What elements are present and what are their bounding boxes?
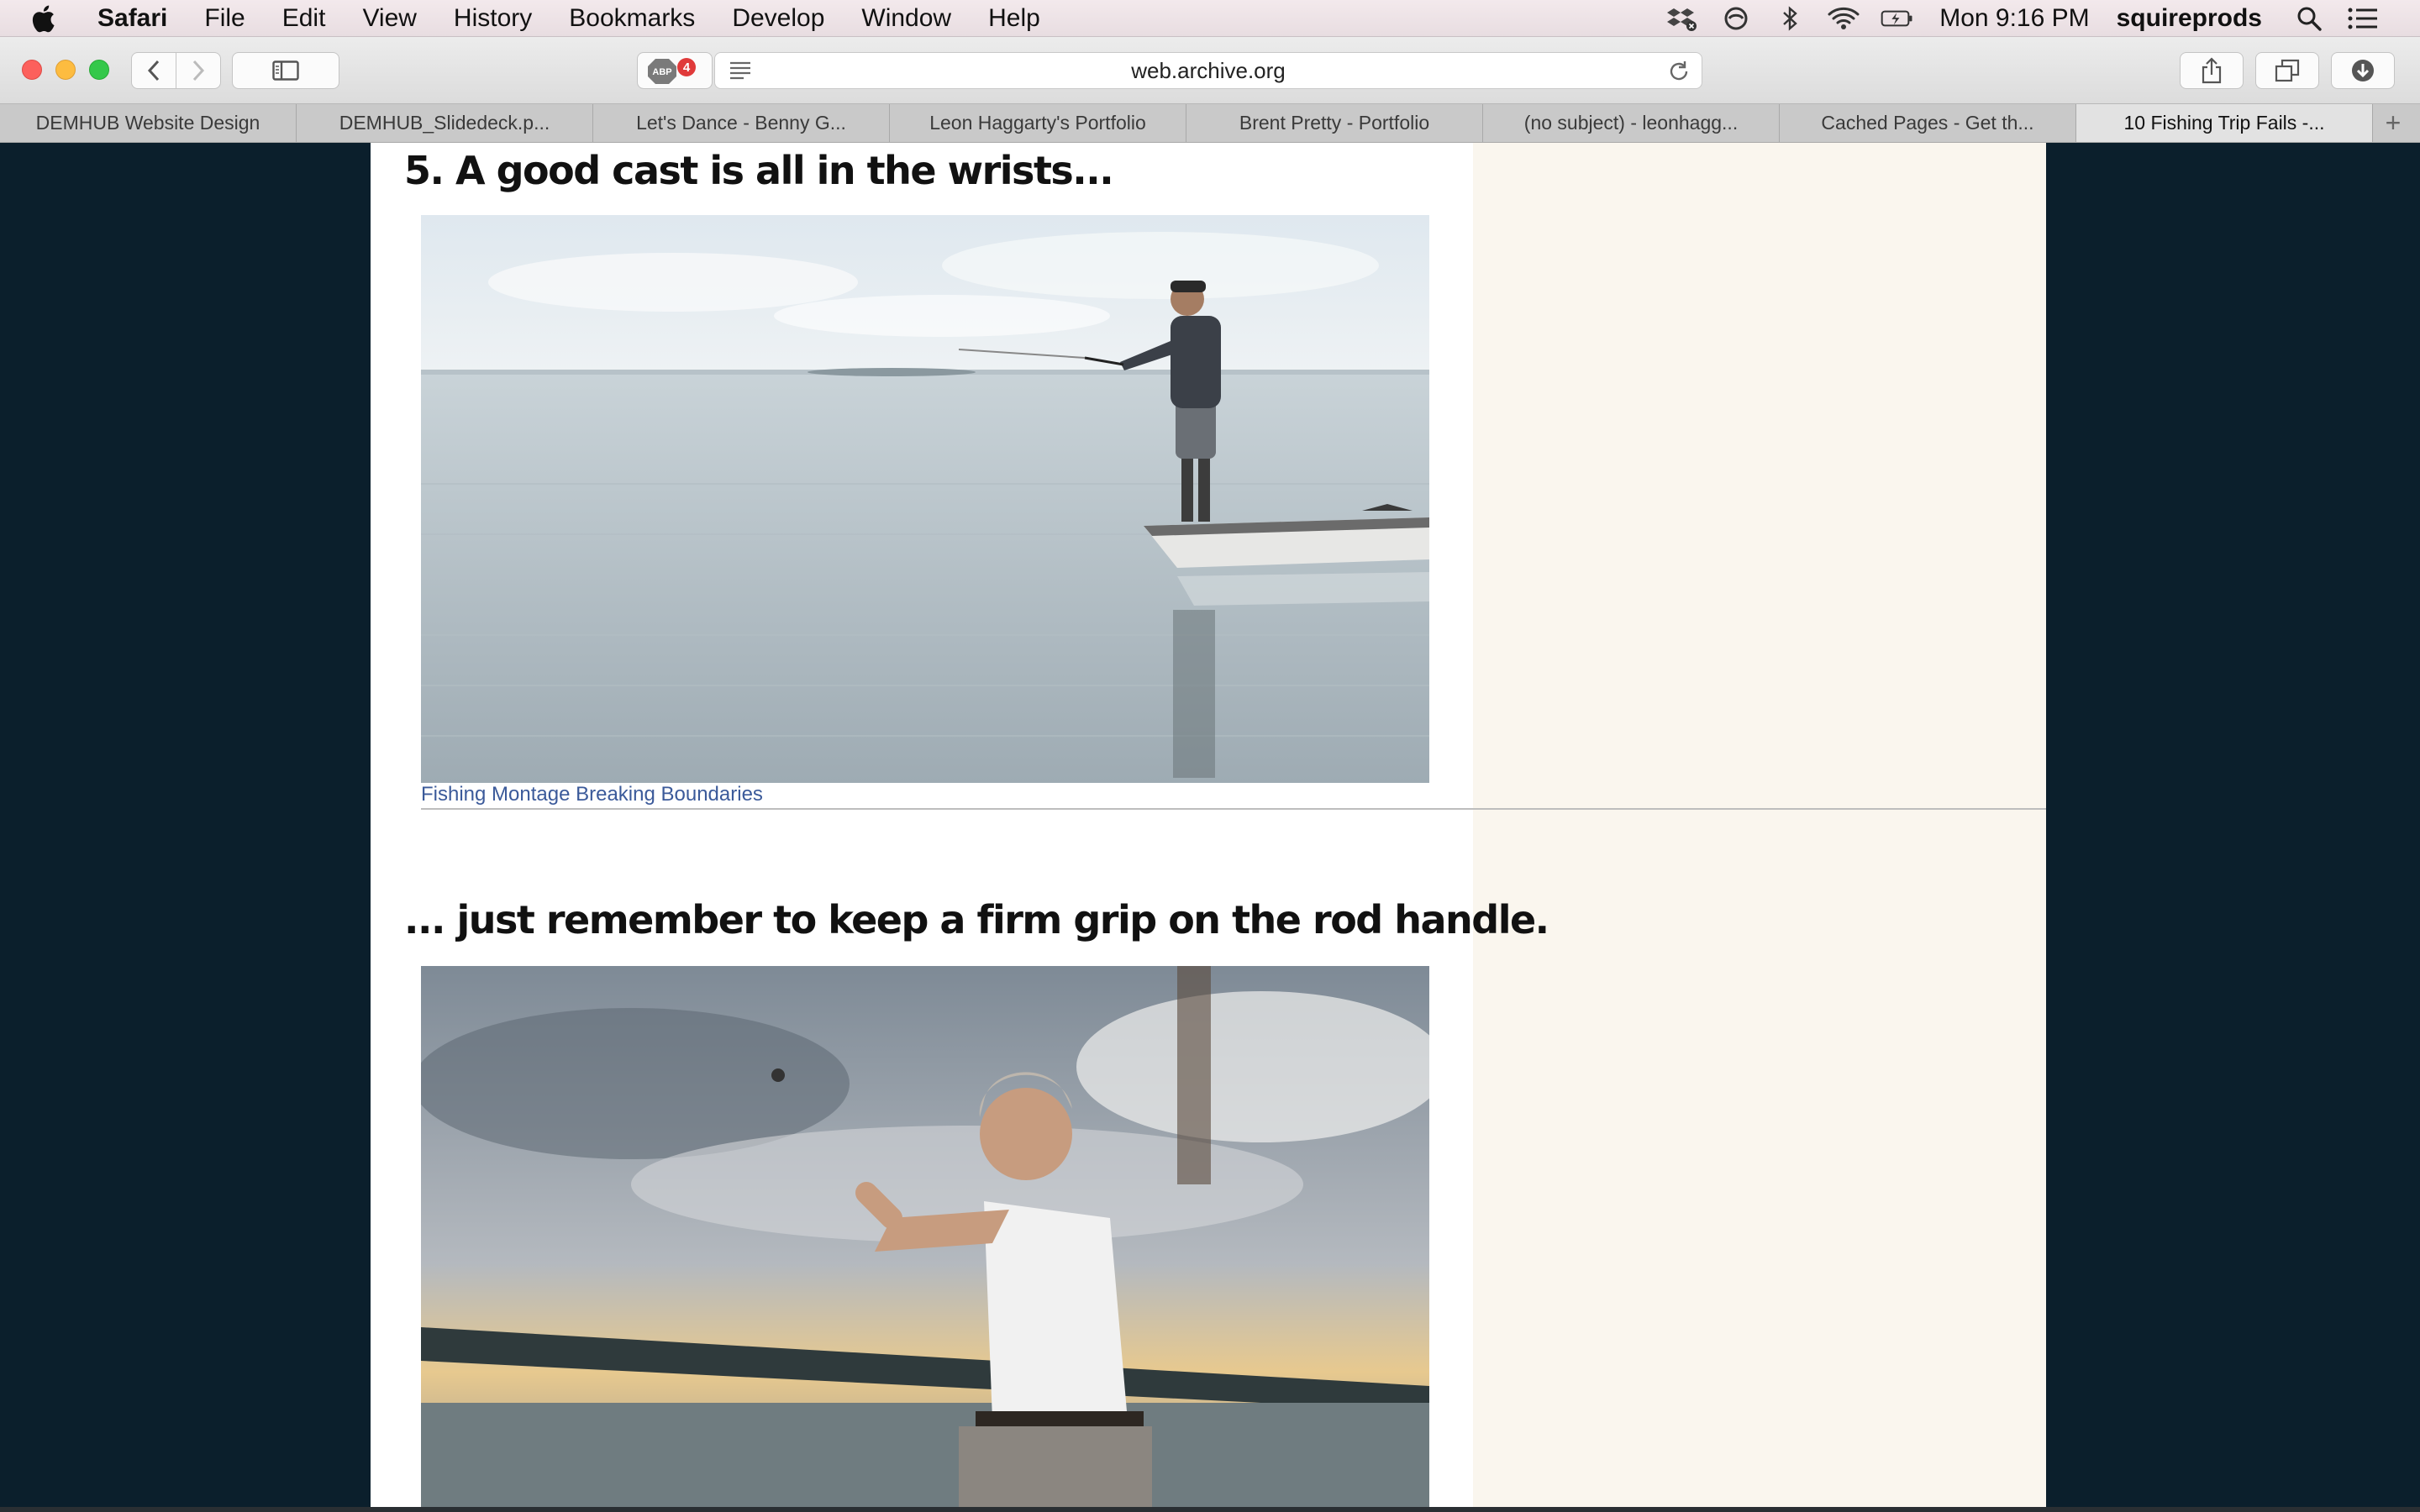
status-area: Mon 9:16 PM squireprods <box>1655 4 2420 33</box>
back-button[interactable] <box>131 52 176 89</box>
sidebar-icon <box>272 60 299 81</box>
tab-demhub-website-design[interactable]: DEMHUB Website Design <box>0 104 297 142</box>
window-fullscreen-button[interactable] <box>89 60 109 80</box>
rod-throw-gif[interactable] <box>421 966 1429 1507</box>
svg-text:ABP: ABP <box>652 67 671 77</box>
adblock-button[interactable]: ABP 4 <box>637 52 713 89</box>
apple-menu-icon[interactable] <box>30 4 64 33</box>
menu-edit[interactable]: Edit <box>264 4 345 33</box>
adblock-count-badge: 4 <box>683 60 691 75</box>
menu-bar: Safari File Edit View History Bookmarks … <box>0 0 2420 37</box>
menu-bookmarks[interactable]: Bookmarks <box>550 4 713 33</box>
window-minimize-button[interactable] <box>55 60 76 80</box>
browser-toolbar: ABP 4 web.archive.org <box>0 37 2420 104</box>
chevron-right-icon <box>192 60 205 81</box>
downloads-button[interactable] <box>2331 52 2395 89</box>
bluetooth-icon[interactable] <box>1773 5 1807 32</box>
menu-safari[interactable]: Safari <box>89 4 186 33</box>
menu-window[interactable]: Window <box>843 4 970 33</box>
adblock-icon: ABP 4 <box>648 58 696 84</box>
url-text[interactable]: web.archive.org <box>1131 58 1286 84</box>
spotlight-search-icon[interactable] <box>2292 5 2326 32</box>
reload-icon[interactable] <box>1666 59 1691 84</box>
dropbox-icon[interactable] <box>1665 5 1699 32</box>
tabs-overview-icon <box>2275 59 2300 82</box>
section-heading-grip: ... just remember to keep a firm grip on… <box>404 897 1549 942</box>
download-icon <box>2352 60 2374 81</box>
forward-button[interactable] <box>176 52 221 89</box>
tab-bar: DEMHUB Website Design DEMHUB_Slidedeck.p… <box>0 104 2420 143</box>
gif-source-link[interactable]: Fishing Montage Breaking Boundaries <box>421 783 763 806</box>
fisherman-casting-gif[interactable] <box>421 215 1429 783</box>
menu-history[interactable]: History <box>435 4 550 33</box>
menu-file[interactable]: File <box>186 4 263 33</box>
article-column: 5. A good cast is all in the wrists... F… <box>371 143 2046 1507</box>
tab-demhub-slidedeck[interactable]: DEMHUB_Slidedeck.p... <box>297 104 593 142</box>
user-name[interactable]: squireprods <box>2117 4 2262 33</box>
section-heading-5: 5. A good cast is all in the wrists... <box>404 148 1114 193</box>
show-all-tabs-button[interactable] <box>2255 52 2319 89</box>
clock[interactable]: Mon 9:16 PM <box>1939 4 2089 33</box>
caption-divider <box>421 808 2046 810</box>
desktop-edge <box>0 1507 2420 1512</box>
menu-help[interactable]: Help <box>970 4 1059 33</box>
tab-lets-dance[interactable]: Let's Dance - Benny G... <box>593 104 890 142</box>
chevron-left-icon <box>147 60 160 81</box>
new-tab-button[interactable]: + <box>2373 104 2413 142</box>
tab-brent-pretty-portfolio[interactable]: Brent Pretty - Portfolio <box>1186 104 1483 142</box>
web-page[interactable]: 5. A good cast is all in the wrists... F… <box>371 143 2046 1507</box>
address-bar[interactable]: web.archive.org <box>714 52 1702 89</box>
menu-develop[interactable]: Develop <box>713 4 843 33</box>
battery-icon[interactable] <box>1881 5 1914 32</box>
tab-fishing-trip-fails[interactable]: 10 Fishing Trip Fails -... <box>2076 104 2373 142</box>
notification-center-icon[interactable] <box>2346 5 2380 32</box>
sync-icon[interactable] <box>1719 5 1753 32</box>
tab-leon-haggarty-portfolio[interactable]: Leon Haggarty's Portfolio <box>890 104 1186 142</box>
reader-view-icon[interactable] <box>723 60 757 81</box>
wifi-icon[interactable] <box>1827 5 1860 32</box>
menu-view[interactable]: View <box>344 4 434 33</box>
window-close-button[interactable] <box>22 60 42 80</box>
share-button[interactable] <box>2180 52 2244 89</box>
share-icon <box>2202 57 2222 84</box>
tab-cached-pages[interactable]: Cached Pages - Get th... <box>1780 104 2076 142</box>
tab-no-subject[interactable]: (no subject) - leonhagg... <box>1483 104 1780 142</box>
sidebar-toggle-button[interactable] <box>232 52 339 89</box>
